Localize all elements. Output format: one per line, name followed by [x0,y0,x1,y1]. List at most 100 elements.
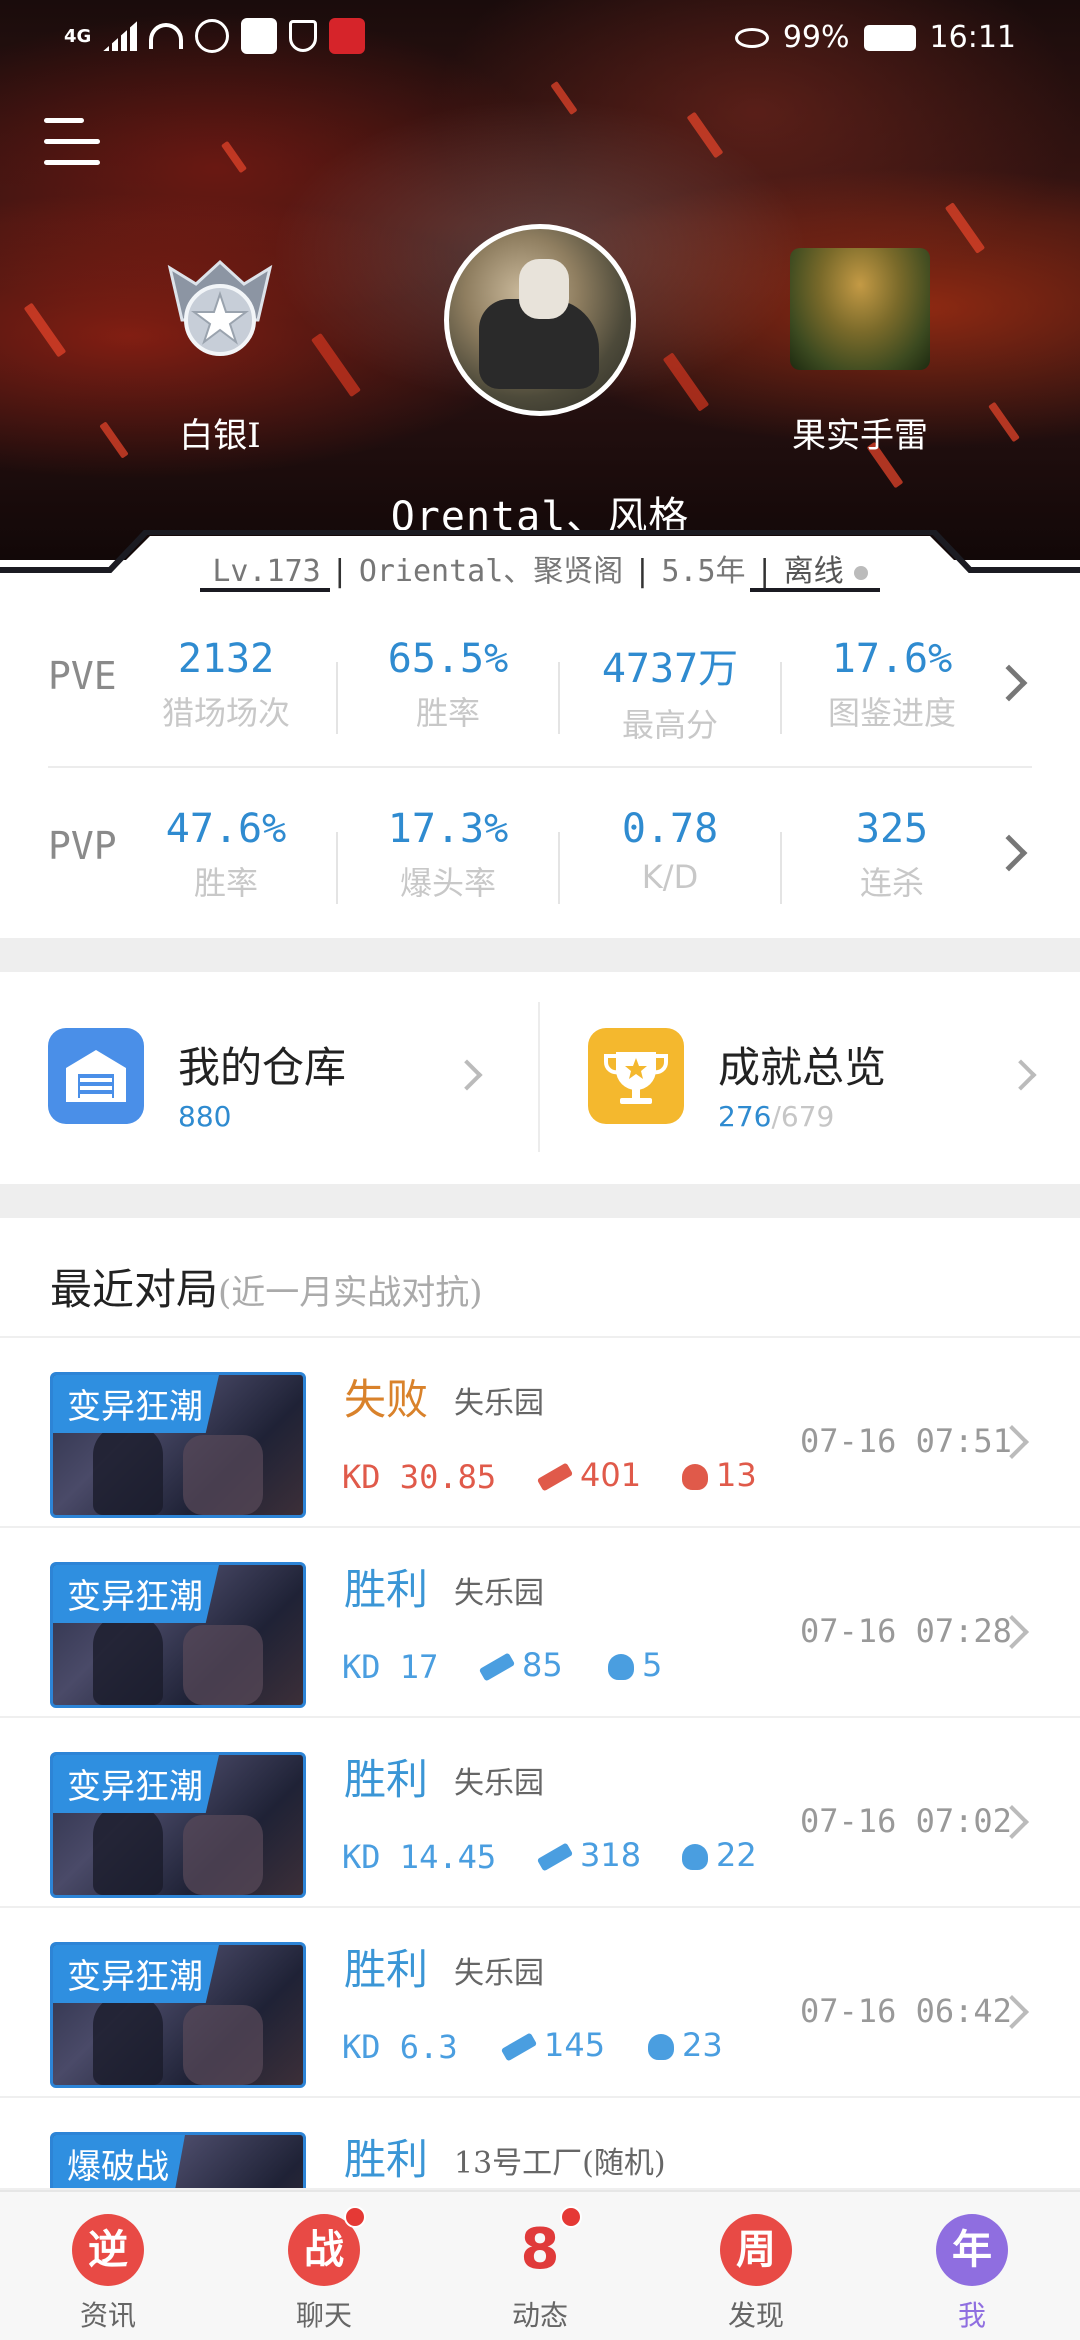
match-row[interactable]: 爆破战 胜利 13号工厂(随机) [0,2098,1080,2190]
match-map: 失乐园 [454,1576,544,1611]
discover-icon: 周 [720,2214,792,2286]
menu-icon[interactable] [44,118,104,174]
match-thumbnail: 爆破战 [50,2132,306,2188]
match-row[interactable]: 变异狂潮 胜利 失乐园 KD 14.45 318 22 07-16 07:02 [0,1718,1080,1908]
nav-news[interactable]: 逆 资讯 [0,2192,216,2340]
level-label: Lv.173 [212,554,321,589]
nav-chat[interactable]: 战 聊天 [216,2192,432,2340]
achievements-button[interactable]: 成就总览 276/679 [540,972,1080,1184]
stat-pve-highscore: 4737万 最高分 [601,646,739,744]
battery-percent: 99% [782,20,850,55]
nav-label: 资讯 [79,2299,136,2332]
match-kd: KD 17 [342,1648,439,1686]
match-kills: 318 [536,1836,641,1874]
battery-icon [863,24,916,51]
nav-discover[interactable]: 周 发现 [648,2192,864,2340]
warehouse-title: 我的仓库 [178,1043,347,1092]
nav-label: 我 [957,2299,986,2332]
match-time: 07-16 07:51 [800,1422,1012,1460]
mode-tag: 变异狂潮 [53,1755,219,1813]
eye-icon [734,27,769,48]
item-label: 果实手雷 [792,416,928,456]
gun-icon [536,1842,574,1872]
clock: 16:11 [929,20,1016,55]
match-thumbnail: 变异狂潮 [50,1562,306,1708]
stat-pvp-streak: 325 连杀 [855,806,929,902]
match-map: 失乐园 [454,1766,544,1801]
status-dot-icon [853,565,868,580]
news-icon: 逆 [72,2214,144,2286]
stat-pvp-kd: 0.78 K/D [621,806,719,896]
recent-subtitle: (近一月实战对抗) [218,1273,483,1313]
pve-mode-label: PVE [48,654,117,698]
network-label: 4G [64,25,92,47]
nav-label: 聊天 [295,2299,352,2332]
match-kills: 401 [536,1456,641,1494]
online-status: 离线 [783,554,844,589]
match-map: 13号工厂(随机) [454,2146,666,2181]
match-kills: 145 [500,2026,605,2064]
trophy-icon [588,1028,684,1124]
match-row[interactable]: 变异狂潮 失败 失乐园 KD 30.85 401 13 07-16 07:51 [0,1338,1080,1528]
wifi-icon [149,23,184,49]
stat-pvp-headshot: 17.3% 爆头率 [387,806,509,902]
gun-icon [536,1462,574,1492]
stat-pve-winrate: 65.5% 胜率 [387,636,509,732]
achievements-progress: 276/679 [718,1100,835,1133]
skull-icon [608,1654,634,1680]
match-map: 失乐园 [454,1956,544,1991]
warehouse-icon [48,1028,144,1124]
match-result: 胜利 [344,1945,429,1994]
pve-stats-row[interactable]: PVE 2132 猎场场次 65.5% 胜率 4737万 最高分 17.6% 图鉴进度 [0,598,1080,766]
avatar[interactable] [444,224,636,416]
notification-dot [560,2206,582,2228]
match-result: 胜利 [344,1755,429,1804]
gun-icon [478,1652,516,1682]
stats-card: PVE 2132 猎场场次 65.5% 胜率 4737万 最高分 17.6% 图鉴进度 … [0,598,1080,938]
mode-tag: 变异狂潮 [53,1375,219,1433]
warehouse-button[interactable]: 我的仓库 880 [0,972,540,1184]
rank-label: 白银I [179,416,261,456]
match-thumbnail: 变异狂潮 [50,1372,306,1518]
mode-tag: 爆破战 [53,2135,185,2188]
nav-me[interactable]: 年 我 [864,2192,1080,2340]
mode-tag: 变异狂潮 [53,1945,219,2003]
mode-tag: 变异狂潮 [53,1565,219,1623]
chevron-right-icon [1005,1059,1037,1091]
match-thumbnail: 变异狂潮 [50,1752,306,1898]
match-result: 失败 [344,1375,429,1424]
recent-matches-header: 最近对局(近一月实战对抗) [0,1218,1080,1338]
nav-feed[interactable]: 8 动态 [432,2192,648,2340]
match-kd: KD 6.3 [342,2028,458,2066]
match-time: 07-16 07:02 [800,1802,1012,1840]
pvp-mode-label: PVP [48,824,117,868]
years-label: 5.5年 [661,554,746,589]
stat-pvp-winrate: 47.6% 胜率 [165,806,287,902]
skull-icon [682,1464,708,1490]
match-kd: KD 30.85 [342,1458,497,1496]
skull-icon [648,2034,674,2060]
bottom-navigation: 逆 资讯 战 聊天 8 动态 周 发现 年 我 [0,2190,1080,2340]
match-row[interactable]: 变异狂潮 胜利 失乐园 KD 6.3 145 23 07-16 06:42 [0,1908,1080,2098]
match-kd: KD 14.45 [342,1838,497,1876]
match-headshots: 5 [608,1646,662,1684]
section-divider [0,1184,1080,1218]
match-result: 胜利 [344,1565,429,1614]
match-thumbnail: 变异狂潮 [50,1942,306,2088]
silver-rank-badge-icon[interactable] [162,258,278,366]
nav-label: 动态 [511,2299,568,2332]
match-row[interactable]: 变异狂潮 胜利 失乐园 KD 17 85 5 07-16 07:28 [0,1528,1080,1718]
pvp-stats-row[interactable]: PVP 47.6% 胜率 17.3% 爆头率 0.78 K/D 325 连杀 [0,768,1080,936]
profile-info-strip: Lv.173 | Oriental、聚贤阁 | 5.5年 | 离线 [0,546,1080,590]
grenade-item-icon[interactable] [790,248,930,370]
match-headshots: 22 [682,1836,757,1874]
stat-pve-codex: 17.6% 图鉴进度 [827,636,956,732]
app-notice-icon [241,18,278,54]
match-map: 失乐园 [454,1386,544,1421]
status-bar: 4G 99% 16:11 [0,0,1080,80]
profile-header: 4G 99% 16:11 白银I 果实手雷 Orental、风格 [0,0,1080,560]
guild-label[interactable]: Oriental、聚贤阁 [359,554,624,589]
match-headshots: 13 [682,1456,757,1494]
shortcut-panel: 我的仓库 880 成就总览 276/679 [0,972,1080,1184]
match-time: 07-16 06:42 [800,1992,1012,2030]
